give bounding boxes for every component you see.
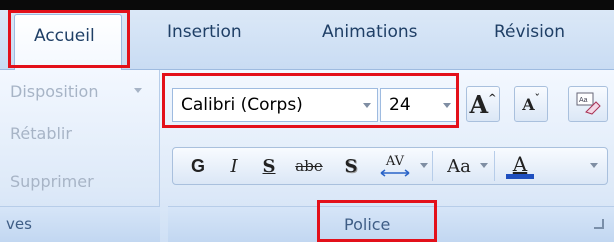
- grow-font-icon: A: [469, 89, 489, 119]
- dialog-launcher-icon[interactable]: [594, 219, 604, 229]
- disposition-dropdown-icon: [134, 88, 142, 93]
- bold-button[interactable]: G: [182, 152, 214, 180]
- grow-font-button[interactable]: A ^: [466, 86, 500, 122]
- strikethrough-button[interactable]: abe: [289, 152, 329, 180]
- tab-animations[interactable]: Animations: [322, 22, 418, 42]
- retablir-button[interactable]: Rétablir: [10, 124, 72, 143]
- font-color-letter: A: [512, 151, 528, 176]
- tab-insertion[interactable]: Insertion: [167, 22, 242, 42]
- change-case-dropdown-icon[interactable]: [480, 163, 488, 168]
- spacing-arrows-icon: [380, 169, 410, 177]
- underline-button[interactable]: S: [253, 152, 285, 180]
- font-color-dropdown-icon[interactable]: [590, 163, 598, 168]
- grow-font-caret-icon: ^: [488, 92, 497, 104]
- shadow-button[interactable]: S: [335, 152, 367, 180]
- tab-revision[interactable]: Révision: [494, 22, 565, 42]
- highlight-box-accueil: [8, 10, 130, 68]
- clear-formatting-button[interactable]: Aa: [568, 86, 608, 122]
- italic-button[interactable]: I: [218, 152, 250, 180]
- supprimer-button[interactable]: Supprimer: [10, 172, 94, 191]
- change-case-button[interactable]: Aa: [440, 152, 478, 180]
- highlight-box-font-controls: [162, 73, 459, 128]
- font-color-swatch: [506, 173, 534, 179]
- font-color-button[interactable]: A: [500, 152, 540, 180]
- spacing-dropdown-icon[interactable]: [420, 163, 428, 168]
- shrink-font-caret-icon: ˇ: [534, 93, 540, 105]
- separator: [494, 151, 495, 181]
- shrink-font-icon: A: [522, 94, 535, 114]
- character-spacing-label: AV: [385, 154, 405, 169]
- highlight-box-police: [317, 200, 437, 242]
- left-group-caption: ves: [0, 206, 160, 242]
- top-border: [0, 0, 614, 10]
- separator: [432, 151, 433, 181]
- shrink-font-button[interactable]: Aˇ: [514, 86, 548, 122]
- svg-text:Aa: Aa: [579, 97, 588, 104]
- character-spacing-button[interactable]: AV: [374, 152, 416, 180]
- left-group-caption-label: ves: [6, 215, 32, 233]
- disposition-button[interactable]: Disposition: [10, 82, 98, 101]
- clear-formatting-icon: Aa: [576, 92, 601, 115]
